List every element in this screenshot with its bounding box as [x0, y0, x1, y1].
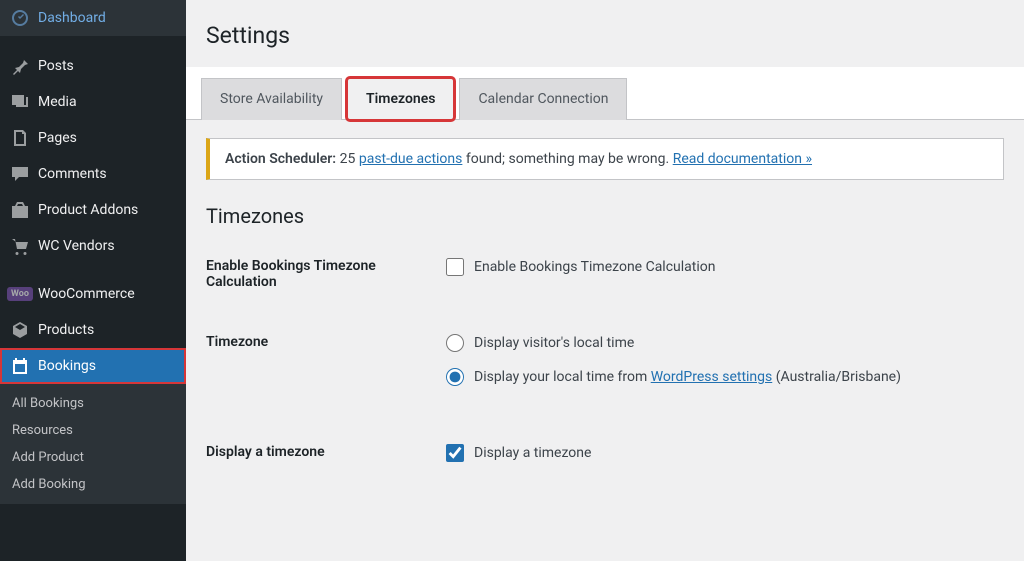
sidebar-item-woocommerce[interactable]: Woo WooCommerce: [0, 276, 186, 312]
row-timezone: Timezone Display visitor's local time Di…: [206, 322, 1004, 414]
radio-label-local-time[interactable]: Display your local time from WordPress s…: [446, 368, 1004, 386]
radio-label-visitor-time[interactable]: Display visitor's local time: [446, 334, 1004, 352]
label-timezone: Timezone: [206, 334, 446, 350]
woo-icon: Woo: [10, 284, 30, 304]
sidebar-item-label: Pages: [38, 130, 77, 146]
admin-sidebar: Dashboard Posts Media Pages Comments Pro…: [0, 0, 186, 561]
link-wordpress-settings[interactable]: WordPress settings: [651, 369, 773, 385]
submenu-item-add-product[interactable]: Add Product: [0, 444, 186, 471]
sidebar-item-label: Dashboard: [38, 10, 106, 26]
section-title: Timezones: [186, 198, 1024, 246]
submenu-item-resources[interactable]: Resources: [0, 417, 186, 444]
pin-icon: [10, 56, 30, 76]
sidebar-item-label: Bookings: [38, 358, 96, 374]
tab-calendar-connection[interactable]: Calendar Connection: [459, 78, 627, 120]
notice-text: found; something may be wrong.: [466, 151, 669, 167]
submenu-item-all-bookings[interactable]: All Bookings: [0, 390, 186, 417]
label-enable-timezone-calc: Enable Bookings Timezone Calculation: [206, 258, 446, 290]
notice-link-past-due[interactable]: past-due actions: [359, 151, 463, 167]
dashboard-icon: [10, 8, 30, 28]
sidebar-item-pages[interactable]: Pages: [0, 120, 186, 156]
tab-store-availability[interactable]: Store Availability: [201, 78, 342, 120]
media-icon: [10, 92, 30, 112]
checkbox-label-enable[interactable]: Enable Bookings Timezone Calculation: [446, 258, 1004, 276]
sidebar-item-bookings[interactable]: Bookings: [0, 348, 186, 384]
checkbox-display-timezone[interactable]: [446, 444, 464, 462]
sidebar-item-label: WooCommerce: [38, 286, 135, 302]
checkbox-label-display[interactable]: Display a timezone: [446, 444, 1004, 462]
radio-local-time[interactable]: [446, 368, 464, 386]
sidebar-item-media[interactable]: Media: [0, 84, 186, 120]
sidebar-item-label: Media: [38, 94, 77, 110]
tab-timezones[interactable]: Timezones: [347, 78, 454, 120]
notice-link-docs[interactable]: Read documentation »: [673, 151, 812, 167]
row-enable-timezone-calc: Enable Bookings Timezone Calculation Ena…: [206, 246, 1004, 304]
sidebar-item-label: Comments: [38, 166, 107, 182]
main-content: Settings Store Availability Timezones Ca…: [186, 0, 1024, 561]
row-display-timezone: Display a timezone Display a timezone: [206, 432, 1004, 490]
cart-icon: [10, 236, 30, 256]
label-display-timezone: Display a timezone: [206, 444, 446, 460]
calendar-icon: [10, 356, 30, 376]
sidebar-item-label: Products: [38, 322, 94, 338]
addons-icon: [10, 200, 30, 220]
sidebar-item-wc-vendors[interactable]: WC Vendors: [0, 228, 186, 264]
checkbox-enable-timezone-calc[interactable]: [446, 258, 464, 276]
submenu-item-add-booking[interactable]: Add Booking: [0, 471, 186, 498]
products-icon: [10, 320, 30, 340]
sidebar-item-comments[interactable]: Comments: [0, 156, 186, 192]
sidebar-item-dashboard[interactable]: Dashboard: [0, 0, 186, 36]
sidebar-item-label: WC Vendors: [38, 238, 115, 254]
notice-count: 25: [340, 151, 356, 167]
pages-icon: [10, 128, 30, 148]
radio-visitor-time[interactable]: [446, 334, 464, 352]
sidebar-submenu: All Bookings Resources Add Product Add B…: [0, 384, 186, 504]
sidebar-item-label: Product Addons: [38, 202, 138, 218]
sidebar-item-posts[interactable]: Posts: [0, 48, 186, 84]
tabs-nav: Store Availability Timezones Calendar Co…: [186, 67, 1024, 120]
notice-bold: Action Scheduler:: [225, 151, 336, 167]
action-scheduler-notice: Action Scheduler: 25 past-due actions fo…: [206, 138, 1004, 180]
sidebar-item-label: Posts: [38, 58, 74, 74]
comments-icon: [10, 164, 30, 184]
page-title: Settings: [186, 0, 1024, 67]
sidebar-item-products[interactable]: Products: [0, 312, 186, 348]
sidebar-item-product-addons[interactable]: Product Addons: [0, 192, 186, 228]
